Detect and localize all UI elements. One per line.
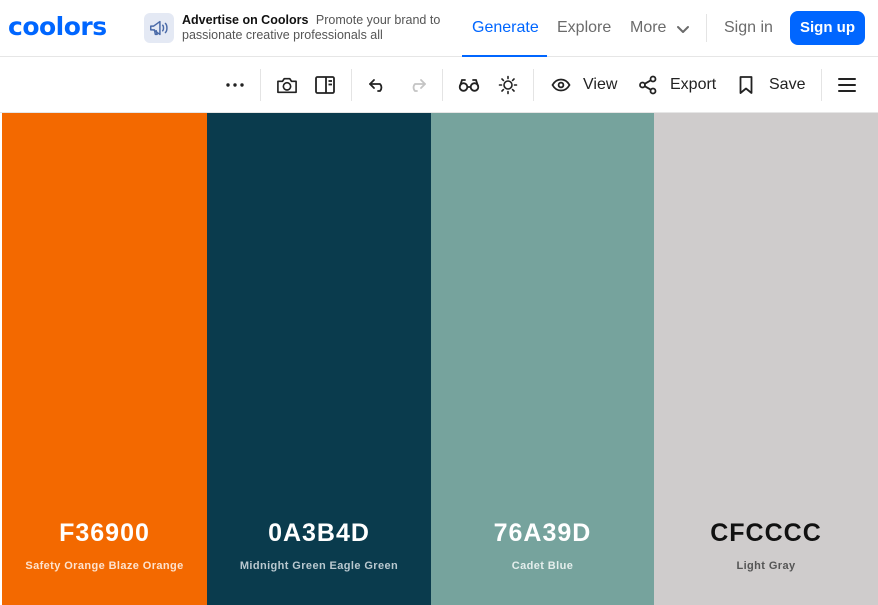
sidebar-icon[interactable] <box>314 74 336 96</box>
toolbar-divider <box>351 69 352 101</box>
color-name[interactable]: Cadet Blue <box>431 559 654 573</box>
megaphone-icon[interactable] <box>144 13 174 43</box>
color-swatch[interactable]: 76A39D Cadet Blue <box>431 113 654 605</box>
nav-explore[interactable]: Explore <box>557 18 611 38</box>
view-button[interactable]: View <box>583 75 617 95</box>
color-name[interactable]: Midnight Green Eagle Green <box>207 559 431 573</box>
more-icon[interactable] <box>224 74 246 96</box>
nav-generate[interactable]: Generate <box>472 18 539 38</box>
toolbar-divider <box>260 69 261 101</box>
ad-banner[interactable]: Advertise on Coolors Promote your brand … <box>182 13 457 43</box>
top-nav: coolors Advertise on Coolors Promote you… <box>0 0 878 57</box>
color-name[interactable]: Light Gray <box>654 559 878 573</box>
palette-toolbar: View Export Save <box>0 57 878 113</box>
save-button[interactable]: Save <box>769 75 805 95</box>
color-palette: F36900 Safety Orange Blaze Orange 0A3B4D… <box>2 113 878 605</box>
nav-more[interactable]: More <box>630 18 666 38</box>
eye-icon[interactable] <box>550 74 572 96</box>
nav-divider <box>706 14 707 42</box>
color-swatch[interactable]: 0A3B4D Midnight Green Eagle Green <box>207 113 431 605</box>
color-hex[interactable]: 76A39D <box>431 517 654 549</box>
color-hex[interactable]: F36900 <box>2 517 207 549</box>
toolbar-divider <box>533 69 534 101</box>
toolbar-divider <box>442 69 443 101</box>
export-button[interactable]: Export <box>670 75 716 95</box>
sign-in-link[interactable]: Sign in <box>724 18 773 38</box>
toolbar-divider <box>821 69 822 101</box>
menu-icon[interactable] <box>836 74 858 96</box>
undo-icon[interactable] <box>367 74 389 96</box>
camera-icon[interactable] <box>276 74 298 96</box>
ad-title: Advertise on Coolors <box>182 13 309 27</box>
color-hex[interactable]: CFCCCC <box>654 517 878 549</box>
color-swatch[interactable]: F36900 Safety Orange Blaze Orange <box>2 113 207 605</box>
color-swatch[interactable]: CFCCCC Light Gray <box>654 113 878 605</box>
share-icon[interactable] <box>637 74 659 96</box>
sign-up-button[interactable]: Sign up <box>790 11 865 45</box>
redo-icon[interactable] <box>406 74 428 96</box>
color-name[interactable]: Safety Orange Blaze Orange <box>2 559 207 573</box>
coolors-logo[interactable]: coolors <box>8 12 107 42</box>
bookmark-icon[interactable] <box>735 74 757 96</box>
glasses-icon[interactable] <box>458 74 480 96</box>
chevron-down-icon[interactable] <box>676 22 690 40</box>
sun-icon[interactable] <box>497 74 519 96</box>
color-hex[interactable]: 0A3B4D <box>207 517 431 549</box>
